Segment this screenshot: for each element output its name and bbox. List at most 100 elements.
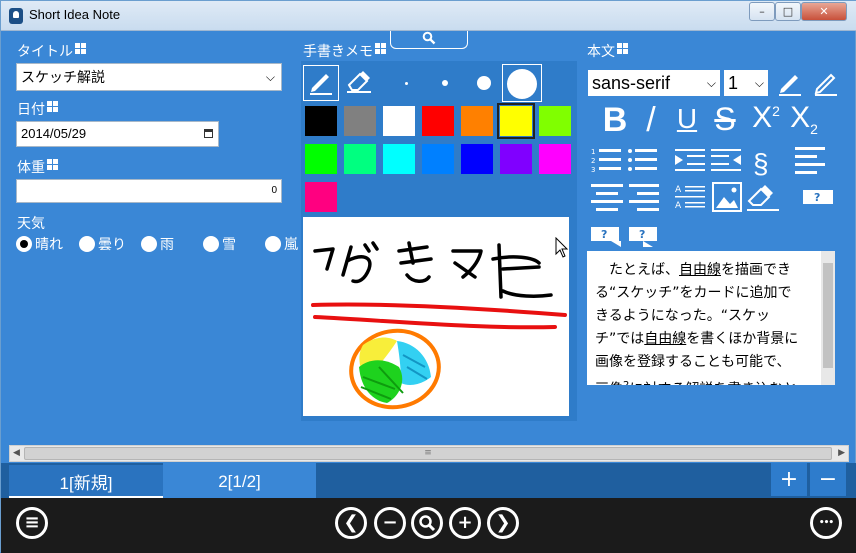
field-settings-icon[interactable]	[75, 43, 86, 54]
highlighter-icon	[814, 73, 837, 96]
minimize-button[interactable]: –	[749, 2, 775, 21]
svg-text:2: 2	[591, 157, 595, 165]
body-editor[interactable]: たとえば、自由線を描画でき る“スケッチ”をカードに追加で きるようになった。“スケ…	[587, 251, 821, 385]
highlight-color-button[interactable]	[809, 67, 843, 99]
align-right-icon	[629, 184, 659, 211]
eraser-tool-button[interactable]	[341, 65, 377, 101]
scroll-right-icon[interactable]: ▶	[838, 446, 845, 461]
prev-note-icon: ?	[591, 227, 621, 247]
color-swatch[interactable]	[497, 103, 535, 139]
note-nav-toolbar: ? ?	[591, 227, 657, 247]
weight-input[interactable]: 0	[16, 179, 282, 203]
close-button[interactable]: ✕	[801, 2, 847, 21]
color-swatch[interactable]	[422, 144, 454, 174]
underline-button[interactable]: U	[671, 103, 703, 135]
app-window: Short Idea Note – □ ✕ タイトル スケッチ解説 ⌵ 日付 20…	[0, 0, 856, 553]
horizontal-scrollbar[interactable]: ◀ ≡ ▶	[9, 445, 849, 462]
color-swatch[interactable]	[539, 106, 571, 136]
body-label: 本文	[587, 41, 628, 61]
body-line: る“スケッチ”をカードに追加で	[595, 285, 792, 301]
radio-dot-icon	[265, 236, 281, 252]
title-bar[interactable]: Short Idea Note – □ ✕	[1, 1, 856, 31]
title-select[interactable]: スケッチ解説 ⌵	[16, 63, 282, 91]
brush-size-3[interactable]	[477, 76, 491, 90]
next-note-icon: ?	[629, 227, 657, 247]
plus-icon: +	[457, 512, 473, 533]
chevron-down-icon: ⌵	[265, 70, 275, 84]
strikethrough-button[interactable]: S	[707, 101, 743, 138]
field-settings-icon[interactable]	[617, 43, 628, 54]
scrollbar-thumb[interactable]: ≡	[24, 447, 832, 460]
color-swatch[interactable]	[461, 106, 493, 136]
subscript-button[interactable]: X2	[785, 101, 823, 137]
tab-card-1[interactable]: 1[新規]	[9, 463, 163, 498]
more-dots-icon: •••	[818, 518, 834, 528]
color-swatch[interactable]	[422, 106, 454, 136]
zoom-in-button[interactable]: +	[449, 507, 481, 539]
weather-radio-storm[interactable]: 嵐	[265, 234, 301, 254]
brush-size-4-dot	[507, 69, 537, 99]
color-swatch[interactable]	[461, 144, 493, 174]
color-swatch[interactable]	[500, 144, 532, 174]
section-icon: §	[753, 148, 769, 179]
color-swatch[interactable]	[383, 106, 415, 136]
weather-radio-rain[interactable]: 雨	[141, 234, 174, 254]
weather-radio-sunny[interactable]: 晴れ	[16, 234, 63, 254]
window-title: Short Idea Note	[29, 7, 121, 22]
calendar-icon[interactable]	[204, 129, 213, 138]
prev-button[interactable]: ❮	[335, 507, 367, 539]
body-scrollbar[interactable]	[821, 251, 835, 385]
title-field-label: タイトル	[17, 41, 86, 61]
color-swatch[interactable]	[305, 144, 337, 174]
field-settings-icon[interactable]	[47, 159, 58, 170]
superscript-button[interactable]: X2	[747, 101, 785, 135]
font-size-select[interactable]: 1 ⌵	[723, 69, 769, 97]
brush-size-2[interactable]	[442, 80, 448, 86]
color-swatch[interactable]	[539, 144, 571, 174]
tab-card-2[interactable]: 2[1/2]	[163, 463, 316, 498]
next-button[interactable]: ❯	[487, 507, 519, 539]
svg-text:?: ?	[601, 228, 607, 241]
svg-text:?: ?	[814, 191, 820, 204]
image-icon	[712, 182, 742, 212]
search-icon	[422, 31, 436, 45]
radio-dot-icon	[79, 236, 95, 252]
brush-size-1[interactable]	[405, 82, 408, 85]
eraser-icon	[347, 71, 371, 93]
align-left-icon	[795, 147, 825, 174]
scroll-left-icon[interactable]: ◀	[13, 446, 20, 461]
color-swatch[interactable]	[383, 144, 415, 174]
pen-tool-button[interactable]	[303, 65, 339, 101]
chevron-left-icon: ❮	[343, 512, 359, 533]
color-swatch[interactable]	[305, 106, 337, 136]
date-input[interactable]: 2014/05/29	[16, 121, 219, 147]
more-button[interactable]: •••	[810, 507, 842, 539]
text-color-button[interactable]	[773, 67, 807, 99]
add-tab-button[interactable]: +	[771, 463, 807, 496]
remove-tab-button[interactable]: −	[810, 463, 846, 496]
field-settings-icon[interactable]	[375, 43, 386, 54]
weather-radio-snow[interactable]: 雪	[203, 234, 236, 254]
minus-icon: −	[382, 512, 398, 533]
weight-field-label: 体重	[17, 157, 58, 177]
font-family-select[interactable]: sans-serif ⌵	[587, 69, 721, 97]
radio-dot-icon	[16, 236, 32, 252]
maximize-button[interactable]: □	[775, 2, 801, 21]
sketch-canvas[interactable]	[303, 217, 569, 416]
color-swatch[interactable]	[344, 106, 376, 136]
field-settings-icon[interactable]	[47, 101, 58, 112]
sketch-drawing	[311, 241, 567, 410]
search-button[interactable]	[411, 507, 443, 539]
body-line: たとえば、自由線を描画でき	[595, 262, 791, 278]
bold-button[interactable]: B	[597, 101, 633, 140]
search-toggle-button[interactable]	[390, 31, 468, 49]
color-swatch[interactable]	[344, 144, 376, 174]
zoom-out-button[interactable]: −	[374, 507, 406, 539]
pen-icon	[310, 74, 332, 95]
color-swatch[interactable]	[305, 182, 337, 212]
italic-button[interactable]: /	[635, 101, 667, 140]
menu-button[interactable]: ≡	[16, 507, 48, 539]
pen-icon	[779, 75, 801, 96]
weather-radio-cloudy[interactable]: 曇り	[79, 234, 126, 254]
date-field-label: 日付	[17, 99, 58, 119]
